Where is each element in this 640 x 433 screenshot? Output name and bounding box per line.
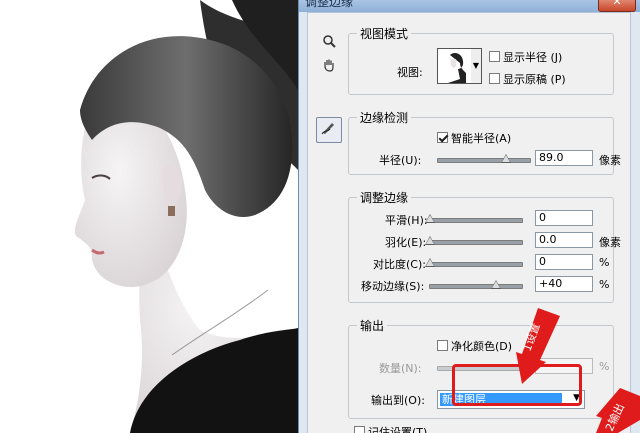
shift-edge-input[interactable]: +40 — [535, 276, 593, 292]
smooth-slider-thumb[interactable] — [425, 214, 435, 223]
feather-slider[interactable] — [425, 236, 523, 245]
smooth-input[interactable]: 0 — [535, 210, 593, 226]
output-to-label: 输出到(O): — [371, 394, 425, 407]
view-label: 视图: — [397, 66, 423, 79]
view-thumbnail[interactable] — [437, 48, 473, 84]
contrast-label: 对比度(C): — [373, 258, 426, 271]
shift-edge-slider[interactable] — [429, 280, 523, 289]
show-original-label: 显示原稿 (P) — [503, 73, 566, 86]
radius-input[interactable]: 89.0 — [535, 150, 593, 166]
view-mode-group: 视图模式 视图: ▼ 显示半径 (J) 显示原稿 (P) — [348, 25, 614, 95]
contrast-input[interactable]: 0 — [535, 254, 593, 270]
edge-detection-group: 边缘检测 智能半径(A) 半径(U): 89.0 像素 — [348, 109, 621, 175]
feather-input[interactable]: 0.0 — [535, 232, 593, 248]
photo-canvas — [0, 0, 298, 433]
radius-slider-thumb[interactable] — [500, 154, 511, 163]
remember-settings-label: 记住设置(T) — [368, 426, 428, 433]
magnifier-icon[interactable] — [318, 33, 340, 55]
radius-label: 半径(U): — [379, 154, 422, 167]
radius-slider[interactable] — [437, 154, 531, 163]
refine-radius-brush-icon[interactable] — [316, 117, 342, 143]
edge-detection-legend: 边缘检测 — [357, 109, 412, 126]
feather-slider-thumb[interactable] — [425, 236, 435, 245]
smart-radius-label: 智能半径(A) — [451, 132, 512, 145]
portrait-image — [0, 0, 298, 433]
smart-radius-checkbox[interactable] — [437, 132, 448, 143]
smooth-label: 平滑(H): — [385, 214, 428, 227]
show-radius-checkbox[interactable] — [489, 51, 500, 62]
amount-unit: % — [599, 360, 610, 373]
show-original-checkbox[interactable] — [489, 73, 500, 84]
show-radius-label: 显示半径 (J) — [503, 51, 563, 64]
radius-unit: 像素 — [599, 154, 621, 167]
adjust-edge-group: 调整边缘 平滑(H): 0 羽化(E): 0.0 像素 对比度(C): 0 % … — [348, 189, 621, 303]
decontaminate-colors-label: 净化颜色(D) — [451, 340, 513, 353]
contrast-slider[interactable] — [425, 258, 523, 267]
feather-unit: 像素 — [599, 236, 621, 249]
feather-label: 羽化(E): — [385, 236, 427, 249]
dialog-title: 调整边缘 — [305, 0, 354, 9]
contrast-slider-thumb[interactable] — [425, 258, 435, 267]
shift-edge-unit: % — [599, 278, 610, 291]
adjust-edge-legend: 调整边缘 — [357, 189, 412, 206]
view-mode-legend: 视图模式 — [357, 25, 412, 42]
shift-edge-label: 移动边缘(S): — [361, 280, 425, 293]
contrast-unit: % — [599, 256, 610, 269]
view-dropdown-arrow-icon[interactable]: ▼ — [471, 48, 482, 84]
smooth-slider[interactable] — [425, 214, 523, 223]
decontaminate-colors-checkbox[interactable] — [437, 340, 448, 351]
hand-icon[interactable] — [318, 57, 340, 79]
shift-edge-slider-thumb[interactable] — [490, 280, 501, 289]
output-highlight-box — [452, 364, 582, 406]
dialog-titlebar[interactable]: 调整边缘 ✕ — [299, 0, 640, 12]
remember-settings-checkbox[interactable] — [354, 426, 365, 433]
output-legend: 输出 — [357, 317, 388, 334]
close-button[interactable]: ✕ — [598, 0, 636, 12]
amount-label: 数量(N): — [379, 362, 422, 375]
